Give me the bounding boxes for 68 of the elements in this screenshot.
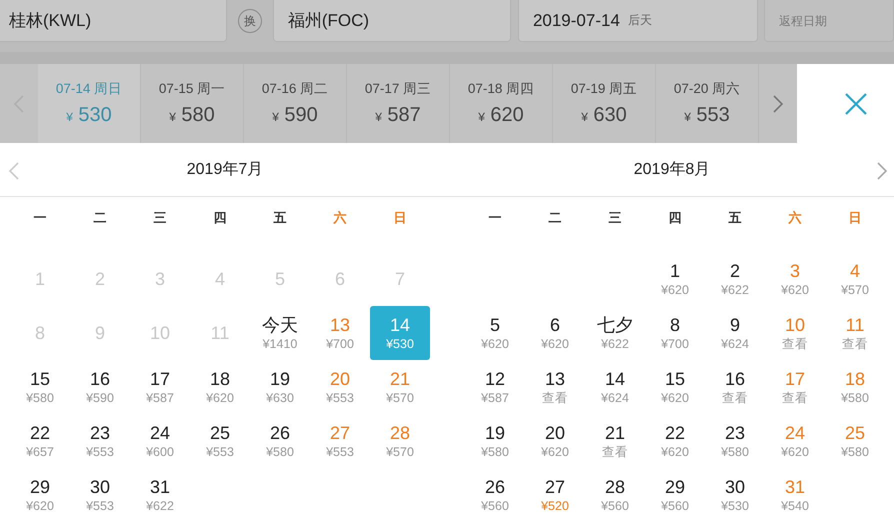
arrival-city-field[interactable]: 福州(FOC)	[272, 0, 511, 42]
day-cell[interactable]: 15 ¥580	[10, 360, 70, 414]
month-title: 2019年7月	[186, 160, 264, 180]
date-tab[interactable]: 07-16 周二 ¥ 590	[244, 64, 347, 143]
weekday-label: 五	[728, 209, 742, 227]
day-cell[interactable]: 5 ¥620	[465, 306, 525, 360]
day-cell[interactable]: 27 ¥520	[525, 468, 585, 522]
date-tab[interactable]: 07-20 周六 ¥ 553	[656, 64, 759, 143]
day-cell[interactable]: 22 ¥657	[10, 414, 70, 468]
day-cell[interactable]: 20 ¥620	[525, 414, 585, 468]
previous-month-icon[interactable]	[8, 161, 20, 181]
day-cell[interactable]: 6 ¥620	[525, 306, 585, 360]
day-cell[interactable]: 16 查看	[705, 360, 765, 414]
day-cell[interactable]: 21 查看	[585, 414, 645, 468]
weekday-label: 一	[32, 209, 48, 227]
weekday-label: 二	[548, 209, 562, 227]
day-cell[interactable]: 23 ¥553	[70, 414, 130, 468]
weekday-label: 三	[152, 209, 168, 227]
weekday-label: 二	[92, 209, 108, 227]
month-title: 2019年8月	[634, 160, 710, 180]
day-cell[interactable]: 15 ¥620	[645, 360, 705, 414]
day-cell[interactable]: 26 ¥580	[250, 414, 310, 468]
day-cell[interactable]: 18 ¥620	[190, 360, 250, 414]
day-cell[interactable]: 28 ¥560	[585, 468, 645, 522]
weekday-label: 五	[272, 209, 288, 227]
weekday-label: 六	[332, 209, 348, 227]
day-cell[interactable]: 19 ¥580	[465, 414, 525, 468]
day-cell[interactable]: 12 ¥587	[465, 360, 525, 414]
weekday-label: 日	[392, 209, 408, 227]
day-cell[interactable]: 1 ¥620	[645, 252, 705, 306]
date-tab[interactable]: 07-15 周一 ¥ 580	[141, 64, 244, 143]
departure-city-field[interactable]: 桂林(KWL)	[0, 0, 228, 42]
day-cell[interactable]: 29 ¥620	[10, 468, 70, 522]
weekday-label: 一	[488, 209, 502, 227]
date-note: 后天	[628, 12, 652, 29]
day-cell[interactable]: 14 ¥624	[585, 360, 645, 414]
day-cell[interactable]: 13 查看	[525, 360, 585, 414]
day-cell[interactable]: 30 ¥530	[705, 468, 765, 522]
day-cell[interactable]: 24 ¥600	[130, 414, 190, 468]
weekday-label: 四	[212, 209, 228, 227]
day-cell[interactable]: 9 ¥624	[705, 306, 765, 360]
departure-date: 2019-07-14	[532, 10, 620, 30]
day-cell[interactable]: 29 ¥560	[645, 468, 705, 522]
day-cell[interactable]: 16 ¥590	[70, 360, 130, 414]
next-month-icon[interactable]	[876, 161, 888, 181]
weekday-label: 三	[608, 209, 622, 227]
return-date-field[interactable]: 返程日期	[764, 0, 894, 42]
day-cell[interactable]: 17 ¥587	[130, 360, 190, 414]
day-cell[interactable]: 23 ¥580	[705, 414, 765, 468]
day-cell[interactable]: 26 ¥560	[465, 468, 525, 522]
date-tab[interactable]: 07-17 周三 ¥ 587	[347, 64, 450, 143]
day-cell[interactable]: 七夕 ¥622	[585, 306, 645, 360]
day-cell[interactable]: 19 ¥630	[250, 360, 310, 414]
weekday-label: 日	[848, 209, 862, 227]
weekday-label: 六	[787, 209, 802, 227]
day-cell[interactable]: 30 ¥553	[70, 468, 130, 522]
close-icon[interactable]	[844, 92, 868, 116]
day-cell[interactable]: 今天 ¥1410	[250, 306, 310, 360]
departure-date-field[interactable]: 2019-07-14 后天	[518, 0, 758, 42]
swap-button[interactable]: 换	[238, 9, 262, 33]
day-cell[interactable]: 25 ¥553	[190, 414, 250, 468]
date-tab[interactable]: 07-18 周四 ¥ 620	[450, 64, 553, 143]
day-cell[interactable]: 22 ¥620	[645, 414, 705, 468]
date-tab[interactable]: 07-19 周五 ¥ 630	[553, 64, 656, 143]
day-cell[interactable]: 31 ¥622	[130, 468, 190, 522]
weekday-label: 四	[668, 209, 682, 227]
day-cell[interactable]: 8 ¥700	[645, 306, 705, 360]
day-cell[interactable]: 2 ¥622	[705, 252, 765, 306]
